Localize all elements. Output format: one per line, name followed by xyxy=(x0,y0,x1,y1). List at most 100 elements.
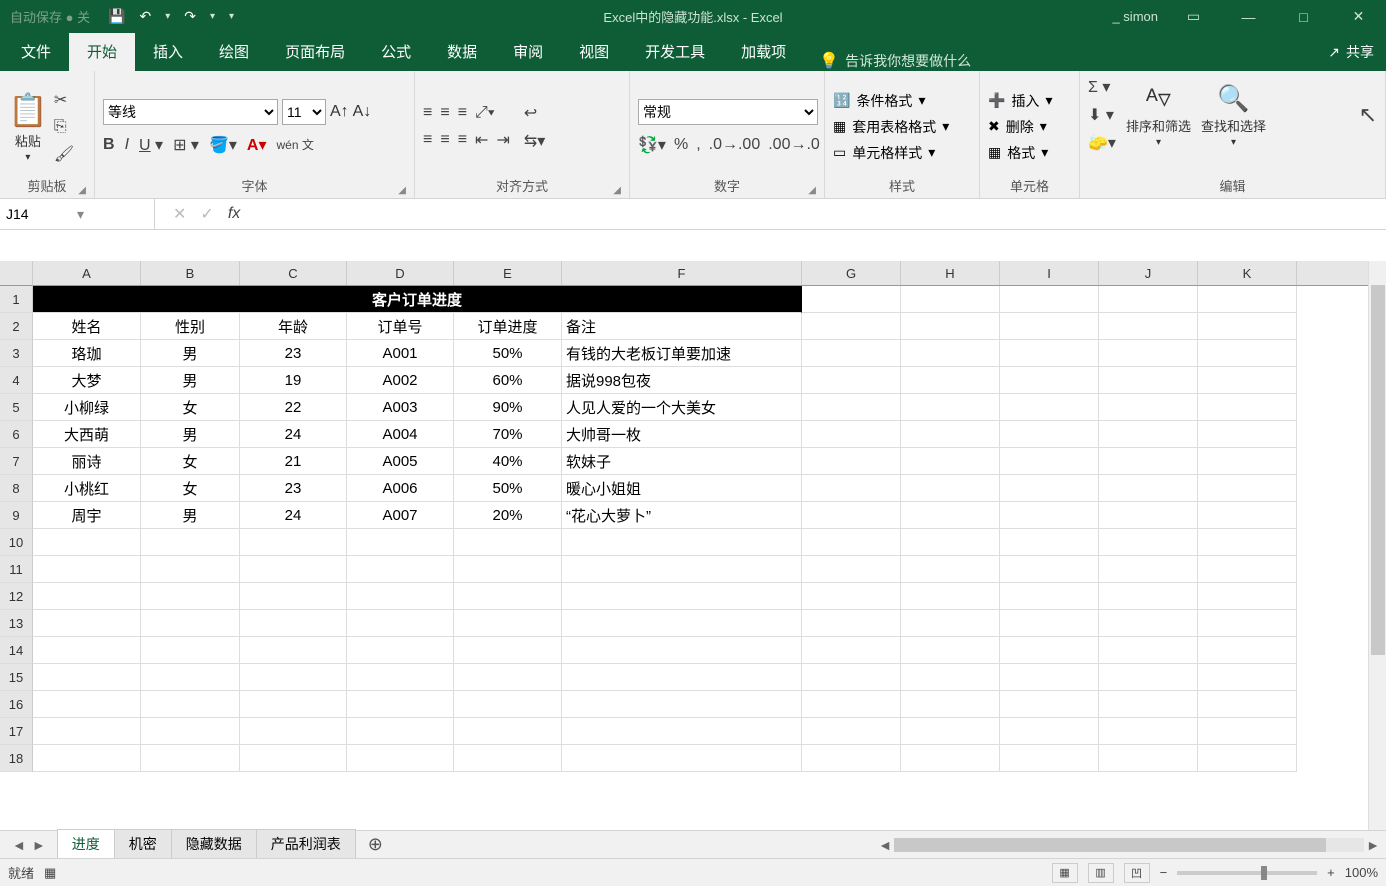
cell[interactable] xyxy=(347,610,454,637)
select-all-corner[interactable] xyxy=(0,261,33,286)
cell[interactable]: 大梦 xyxy=(33,367,141,394)
cell[interactable] xyxy=(1198,367,1297,394)
cell[interactable]: 50% xyxy=(454,340,562,367)
cell[interactable] xyxy=(802,394,901,421)
cell[interactable] xyxy=(1099,502,1198,529)
row-header[interactable]: 1 xyxy=(0,286,33,313)
cell[interactable] xyxy=(347,664,454,691)
cell[interactable] xyxy=(1099,745,1198,772)
align-left-icon[interactable]: ≡ xyxy=(423,131,432,149)
cell[interactable] xyxy=(1198,745,1297,772)
cell[interactable] xyxy=(1000,718,1099,745)
cell[interactable] xyxy=(454,691,562,718)
cell[interactable]: 40% xyxy=(454,448,562,475)
tab-review[interactable]: 审阅 xyxy=(495,32,561,71)
cell[interactable] xyxy=(454,610,562,637)
sort-filter-button[interactable]: ᴬ▿ 排序和筛选▾ xyxy=(1126,83,1191,148)
cell[interactable] xyxy=(1000,313,1099,340)
cell[interactable] xyxy=(347,637,454,664)
row-header[interactable]: 7 xyxy=(0,448,33,475)
cell[interactable] xyxy=(1198,610,1297,637)
cell[interactable] xyxy=(1198,286,1297,313)
tab-view[interactable]: 视图 xyxy=(561,32,627,71)
cell[interactable] xyxy=(1198,313,1297,340)
cell[interactable] xyxy=(141,745,240,772)
delete-cells-button[interactable]: ✖删除▾ xyxy=(988,117,1052,137)
cell[interactable]: 周宇 xyxy=(33,502,141,529)
cell[interactable] xyxy=(1099,394,1198,421)
align-right-icon[interactable]: ≡ xyxy=(458,131,467,149)
cell[interactable]: 订单号 xyxy=(347,313,454,340)
cell[interactable]: “花心大萝卜” xyxy=(562,502,802,529)
cell[interactable] xyxy=(802,340,901,367)
column-header[interactable]: H xyxy=(901,261,1000,285)
align-bottom-icon[interactable]: ≡ xyxy=(458,104,467,122)
cell[interactable] xyxy=(1000,475,1099,502)
cell[interactable] xyxy=(240,610,347,637)
row-header[interactable]: 18 xyxy=(0,745,33,772)
macro-record-icon[interactable]: ▦ xyxy=(44,865,56,881)
cell[interactable] xyxy=(347,529,454,556)
cell[interactable] xyxy=(1099,448,1198,475)
cell[interactable] xyxy=(454,556,562,583)
cell[interactable] xyxy=(1198,691,1297,718)
cell[interactable]: 60% xyxy=(454,367,562,394)
cell[interactable]: A006 xyxy=(347,475,454,502)
chevron-down-icon[interactable]: ▾ xyxy=(77,206,148,223)
row-header[interactable]: 6 xyxy=(0,421,33,448)
cell[interactable] xyxy=(1198,340,1297,367)
row-header[interactable]: 4 xyxy=(0,367,33,394)
font-name-select[interactable]: 等线 xyxy=(103,99,278,125)
conditional-formatting-button[interactable]: 🔢条件格式▾ xyxy=(833,91,949,111)
cell[interactable] xyxy=(901,556,1000,583)
decrease-indent-icon[interactable]: ⇤ xyxy=(475,130,488,150)
maximize-icon[interactable]: □ xyxy=(1276,0,1331,33)
row-header[interactable]: 5 xyxy=(0,394,33,421)
cell[interactable] xyxy=(1099,475,1198,502)
user-name[interactable]: _ simon xyxy=(1104,9,1166,24)
cell[interactable]: 姓名 xyxy=(33,313,141,340)
cell[interactable]: 男 xyxy=(141,367,240,394)
cell[interactable] xyxy=(1198,502,1297,529)
cell[interactable] xyxy=(240,583,347,610)
cell[interactable] xyxy=(141,691,240,718)
comma-format-icon[interactable]: , xyxy=(696,136,700,154)
cell[interactable] xyxy=(141,556,240,583)
column-header[interactable]: B xyxy=(141,261,240,285)
column-header[interactable]: D xyxy=(347,261,454,285)
row-header[interactable]: 12 xyxy=(0,583,33,610)
cell[interactable]: 20% xyxy=(454,502,562,529)
cell[interactable] xyxy=(1099,340,1198,367)
cell[interactable]: A001 xyxy=(347,340,454,367)
redo-icon[interactable]: ↷ xyxy=(184,8,196,25)
cell[interactable]: 性别 xyxy=(141,313,240,340)
column-header[interactable]: E xyxy=(454,261,562,285)
cell[interactable] xyxy=(1198,637,1297,664)
save-icon[interactable]: 💾 xyxy=(108,8,125,25)
tab-data[interactable]: 数据 xyxy=(429,32,495,71)
dialog-launcher-icon[interactable]: ◢ xyxy=(808,185,816,196)
cell[interactable] xyxy=(562,664,802,691)
formula-input[interactable] xyxy=(258,199,1386,229)
column-header[interactable]: A xyxy=(33,261,141,285)
cell[interactable] xyxy=(901,637,1000,664)
border-button[interactable]: ⊞ ▾ xyxy=(173,135,199,155)
cell[interactable] xyxy=(347,718,454,745)
number-format-select[interactable]: 常规 xyxy=(638,99,818,125)
cell[interactable] xyxy=(33,556,141,583)
cell[interactable] xyxy=(802,286,901,313)
sheet-nav-next-icon[interactable]: ► xyxy=(32,837,46,853)
paste-button[interactable]: 📋 粘贴 ▾ xyxy=(8,91,48,163)
title-cell[interactable]: 客户订单进度 xyxy=(33,286,802,313)
scrollbar-thumb[interactable] xyxy=(1371,285,1385,655)
tab-developer[interactable]: 开发工具 xyxy=(627,32,723,71)
horizontal-scrollbar[interactable]: ◄ ► xyxy=(876,837,1386,853)
cell[interactable] xyxy=(802,583,901,610)
cell[interactable] xyxy=(1000,448,1099,475)
cell[interactable] xyxy=(1099,664,1198,691)
cell[interactable] xyxy=(901,691,1000,718)
cell[interactable] xyxy=(562,745,802,772)
cell[interactable] xyxy=(240,745,347,772)
cell[interactable]: 23 xyxy=(240,475,347,502)
dialog-launcher-icon[interactable]: ◢ xyxy=(398,185,406,196)
